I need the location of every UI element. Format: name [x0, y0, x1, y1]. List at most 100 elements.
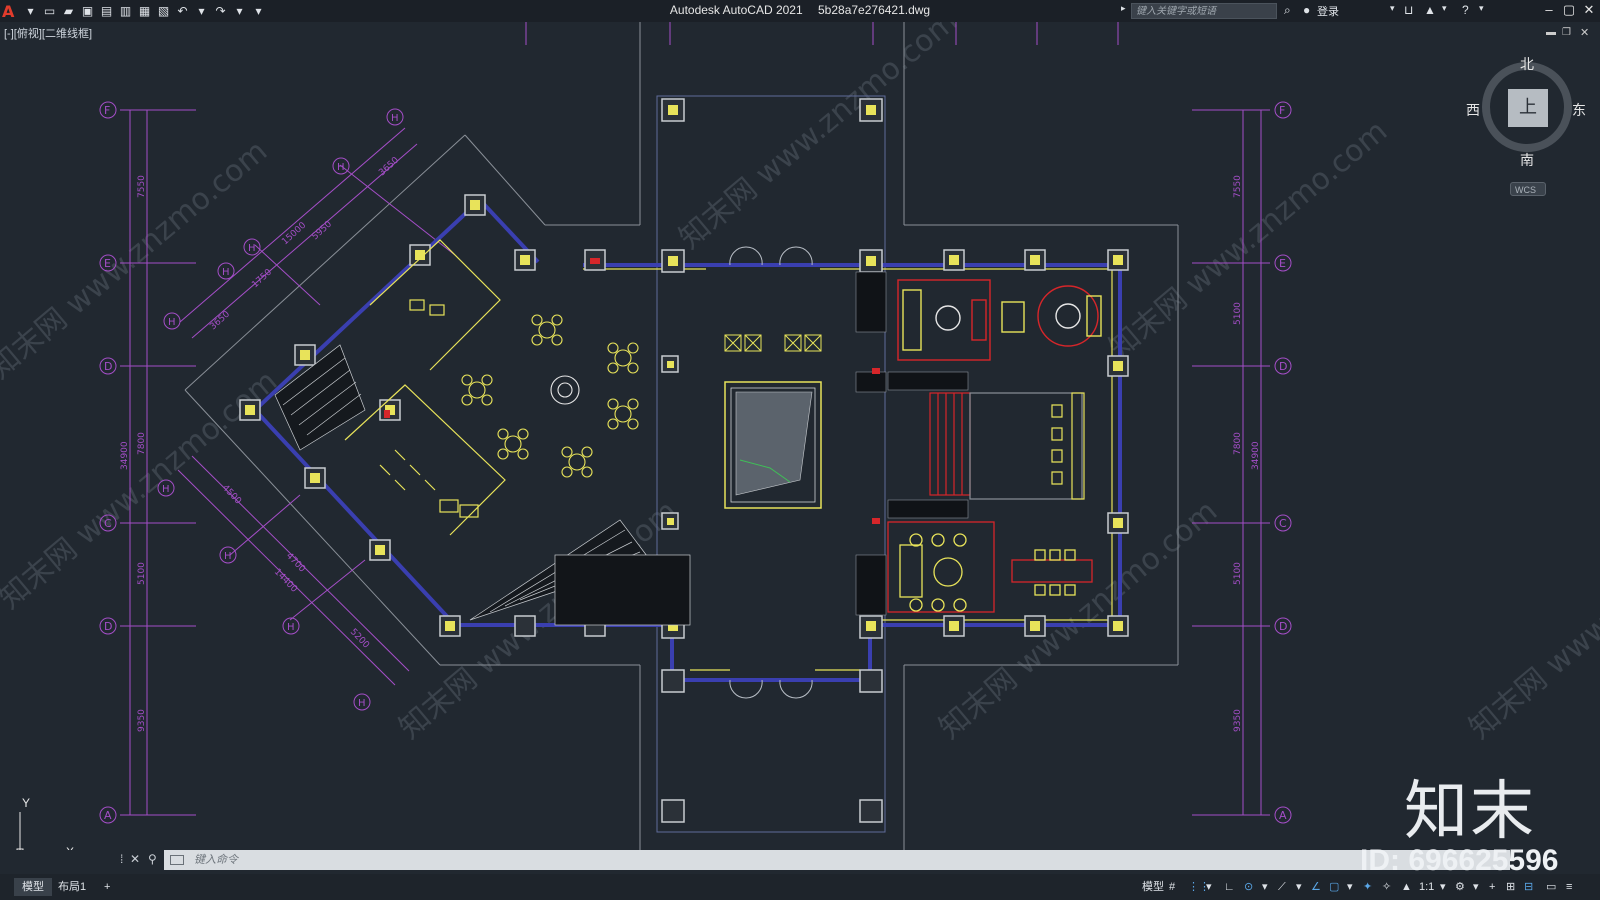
minimize-icon[interactable]: –: [1538, 2, 1560, 17]
compass-south[interactable]: 南: [1520, 150, 1534, 170]
cart-icon[interactable]: ⊔: [1404, 3, 1413, 17]
search-input[interactable]: 键入关键字或短语: [1131, 3, 1277, 19]
clean-screen-icon[interactable]: ▭: [1546, 878, 1556, 896]
svg-text:D: D: [1279, 360, 1287, 373]
command-close-icon[interactable]: ✕: [130, 852, 140, 866]
annotation-monitor-icon[interactable]: +: [1489, 878, 1495, 896]
svg-text:15000: 15000: [280, 220, 308, 247]
snap-dropdown-icon[interactable]: ▾: [1206, 878, 1212, 896]
isodraft-dropdown-icon[interactable]: ▾: [1296, 878, 1302, 896]
workspace-gear-icon[interactable]: ⚙: [1455, 878, 1465, 896]
svg-text:5100: 5100: [137, 562, 147, 585]
object-snap-icon[interactable]: ▢: [1329, 878, 1339, 896]
window-title: Autodesk AutoCAD 2021 5b28a7e276421.dwg: [0, 3, 1600, 17]
svg-text:F: F: [1279, 104, 1285, 117]
svg-text:5100: 5100: [1233, 302, 1243, 325]
quick-properties-icon[interactable]: ⊟: [1524, 878, 1533, 896]
signin-dropdown-icon[interactable]: ▾: [1390, 3, 1395, 14]
status-bar: [0, 874, 1600, 900]
viewcube-top-face[interactable]: 上: [1508, 89, 1548, 127]
dining-tables: [461, 314, 639, 478]
red-markers: [384, 258, 880, 524]
svg-text:4700: 4700: [284, 551, 307, 575]
staircases: [274, 344, 691, 626]
object-snap-dropdown-icon[interactable]: ▾: [1347, 878, 1353, 896]
scale-dropdown-icon[interactable]: ▾: [1440, 878, 1446, 896]
svg-text:D: D: [104, 620, 112, 633]
compass-north[interactable]: 北: [1520, 54, 1534, 74]
recent-commands-icon[interactable]: [170, 855, 184, 865]
svg-text:A: A: [104, 809, 112, 822]
svg-text:E: E: [104, 257, 111, 270]
object-snap-tracking-icon[interactable]: ∠: [1311, 878, 1321, 896]
svg-text:34900: 34900: [1251, 441, 1261, 470]
left-wing-rooms: [344, 239, 506, 536]
app-title: Autodesk AutoCAD 2021: [669, 3, 803, 17]
annotation-scale-value[interactable]: 1:1: [1419, 878, 1434, 896]
ortho-icon[interactable]: ∟: [1224, 878, 1235, 896]
add-layout-button[interactable]: +: [96, 878, 118, 896]
signin-link[interactable]: 登录: [1317, 3, 1339, 19]
annotation-scale-icon[interactable]: ▲: [1401, 878, 1412, 896]
model-space-toggle[interactable]: 模型: [1142, 878, 1164, 896]
command-customize-icon[interactable]: ⚲: [148, 852, 157, 866]
svg-text:C: C: [104, 517, 112, 530]
user-icon[interactable]: ●: [1303, 3, 1310, 17]
svg-text:D: D: [1279, 620, 1287, 633]
compass-east[interactable]: 东: [1572, 100, 1586, 120]
svg-text:9350: 9350: [1233, 709, 1243, 732]
svg-text:5950: 5950: [310, 219, 334, 242]
svg-text:F: F: [104, 104, 110, 117]
app-dropdown-icon[interactable]: ▾: [1442, 3, 1447, 14]
svg-text:H: H: [248, 243, 256, 254]
top-axis-marks: [525, 22, 1119, 45]
svg-text:H: H: [287, 622, 295, 633]
wcs-menu[interactable]: WCS: [1510, 182, 1546, 196]
tab-model[interactable]: 模型: [14, 878, 52, 896]
building-outline: [184, 22, 1179, 850]
viewcube[interactable]: 上 北 南 西 东: [1466, 54, 1586, 169]
command-input[interactable]: 键入命令: [164, 850, 1510, 870]
partition-panels: [855, 271, 969, 616]
svg-text:知末网 www.znzmo.com: 知末网 www.znzmo.com: [0, 134, 274, 386]
svg-text:知末网 www.znzmo.com: 知末网 www.znzmo.com: [1463, 494, 1600, 746]
annotation-visibility-icon[interactable]: ✦: [1363, 878, 1372, 896]
grid-icon[interactable]: #: [1169, 878, 1175, 896]
command-line: ⁞ ✕ ⚲ 键入命令: [120, 850, 1510, 870]
auto-scale-icon[interactable]: ✧: [1382, 878, 1391, 896]
svg-text:9350: 9350: [137, 709, 147, 732]
right-upper-lounge: [897, 279, 1102, 361]
help-dropdown-icon[interactable]: ▾: [1479, 3, 1484, 14]
customization-menu-icon[interactable]: ≡: [1566, 878, 1572, 896]
search-icon[interactable]: ⌕: [1284, 3, 1291, 18]
left-axis-bubbles: F E D C D A: [99, 101, 117, 824]
watermark-brand: 知末: [1404, 775, 1536, 849]
search-expand-icon[interactable]: ▸: [1121, 3, 1126, 14]
svg-text:7800: 7800: [1233, 432, 1243, 455]
maximize-icon[interactable]: ▢: [1558, 2, 1580, 18]
column-cores: [245, 105, 1123, 631]
polar-dropdown-icon[interactable]: ▾: [1262, 878, 1268, 896]
close-icon[interactable]: ✕: [1578, 2, 1600, 18]
help-icon[interactable]: ?: [1462, 3, 1469, 17]
right-middle-stage: [929, 392, 1085, 500]
svg-text:E: E: [1279, 257, 1286, 270]
svg-text:知末网 www.znzmo.com: 知末网 www.znzmo.com: [673, 22, 964, 256]
svg-text:知末网 www.znzmo.com: 知末网 www.znzmo.com: [1103, 114, 1394, 366]
svg-text:H: H: [222, 267, 230, 278]
drawing-canvas[interactable]: 知末网 www.znzmo.com 知末网 www.znzmo.com 知末网 …: [0, 22, 1600, 850]
file-name: 5b28a7e276421.dwg: [818, 3, 931, 17]
polar-tracking-icon[interactable]: ⊙: [1244, 878, 1253, 896]
workspace-dropdown-icon[interactable]: ▾: [1473, 878, 1479, 896]
isodraft-icon[interactable]: ⟋: [1278, 878, 1286, 896]
autodesk-app-icon[interactable]: ▲: [1424, 3, 1436, 17]
central-display: [724, 334, 822, 509]
svg-text:H: H: [391, 113, 399, 124]
compass-west[interactable]: 西: [1466, 100, 1480, 120]
command-grip-icon[interactable]: ⁞: [120, 852, 123, 866]
svg-text:C: C: [1279, 517, 1287, 530]
columns: [239, 98, 1129, 823]
units-icon[interactable]: ⊞: [1506, 878, 1515, 896]
svg-text:H: H: [168, 317, 176, 328]
tab-layout1[interactable]: 布局1: [50, 878, 94, 896]
